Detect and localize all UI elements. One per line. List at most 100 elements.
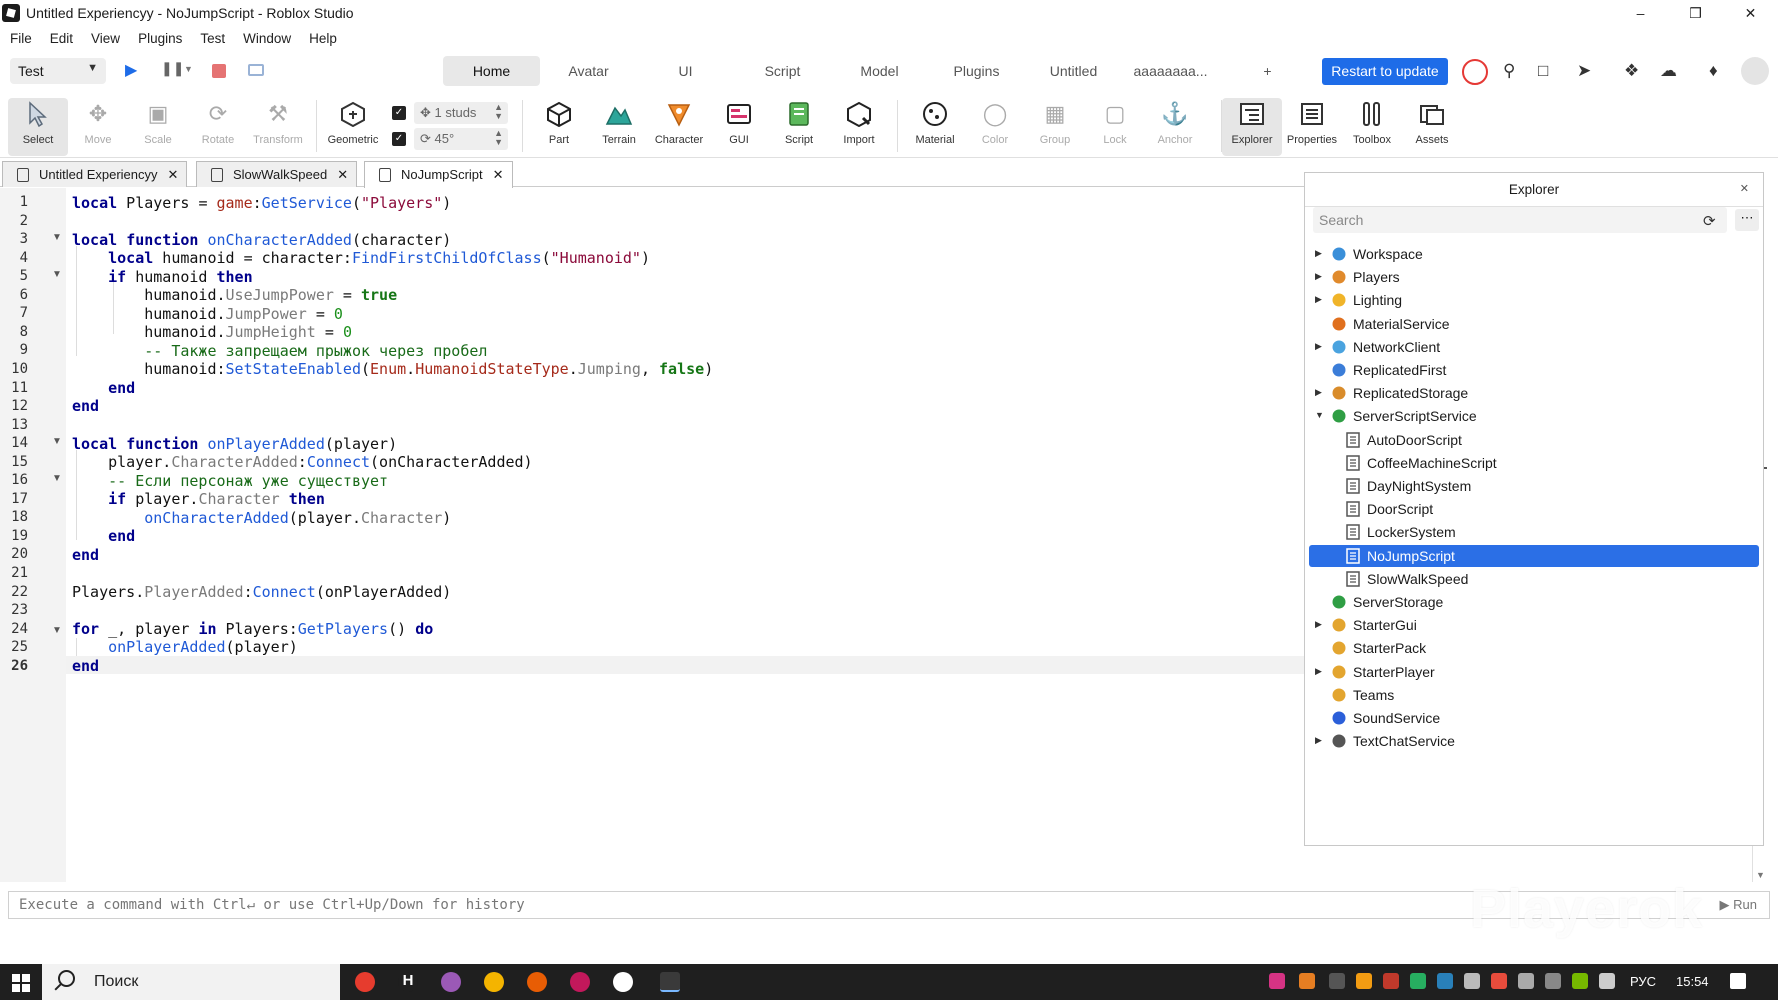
explorer-item-slowwalkspeed[interactable]: SlowWalkSpeed bbox=[1309, 568, 1759, 590]
close-tab-icon[interactable]: ✕ bbox=[168, 167, 179, 182]
explorer-item-textchatservice[interactable]: ▶ TextChatService bbox=[1309, 730, 1759, 752]
add-friend-icon[interactable]: ⚲ bbox=[1503, 61, 1515, 81]
tray-app-icon[interactable] bbox=[1410, 973, 1426, 989]
cloud-icon[interactable]: ☁ bbox=[1660, 61, 1677, 81]
close-icon[interactable]: ✕ bbox=[1740, 182, 1749, 195]
chat-icon[interactable]: □ bbox=[1538, 61, 1548, 81]
tab-plugins[interactable]: Plugins bbox=[928, 56, 1025, 86]
anchor-tool[interactable]: ⚓ Anchor bbox=[1145, 98, 1205, 156]
system-clock[interactable]: 15:54 bbox=[1676, 974, 1709, 989]
share-icon[interactable]: ➤ bbox=[1577, 61, 1591, 81]
toolbox-toggle[interactable]: Toolbox bbox=[1342, 98, 1402, 156]
fold-arrow-icon[interactable]: ▼ bbox=[52, 625, 62, 636]
tab-untitled[interactable]: Untitled bbox=[1025, 56, 1122, 86]
device-emulator-icon[interactable] bbox=[248, 64, 264, 76]
tray-app-icon[interactable] bbox=[1356, 973, 1372, 989]
yandex-icon[interactable] bbox=[613, 972, 633, 992]
scroll-down-icon[interactable]: ▼ bbox=[1756, 870, 1765, 880]
close-window-button[interactable]: ✕ bbox=[1723, 0, 1778, 26]
move-tool[interactable]: ✥ Move bbox=[68, 98, 128, 156]
part-tool[interactable]: Part bbox=[529, 98, 589, 156]
expand-arrow-icon[interactable]: ▶ bbox=[1315, 294, 1322, 305]
assets-toggle[interactable]: Assets bbox=[1402, 98, 1462, 156]
explorer-item-autodoorscript[interactable]: AutoDoorScript bbox=[1309, 429, 1759, 451]
avatar[interactable] bbox=[1741, 57, 1769, 85]
explorer-item-lighting[interactable]: ▶ Lighting bbox=[1309, 289, 1759, 311]
tray-app-icon[interactable] bbox=[1437, 973, 1453, 989]
explorer-item-networkclient[interactable]: ▶ NetworkClient bbox=[1309, 336, 1759, 358]
lock-tool[interactable]: ▢ Lock bbox=[1085, 98, 1145, 156]
collapse-arrow-icon[interactable]: ▼ bbox=[1315, 410, 1324, 420]
notifications-icon[interactable] bbox=[1730, 973, 1746, 989]
minimize-button[interactable]: – bbox=[1613, 0, 1668, 26]
explorer-item-startergui[interactable]: ▶ StarterGui bbox=[1309, 614, 1759, 636]
fold-arrow-icon[interactable]: ▼ bbox=[52, 436, 62, 447]
explorer-item-replicatedfirst[interactable]: ReplicatedFirst bbox=[1309, 359, 1759, 381]
expand-arrow-icon[interactable]: ▶ bbox=[1315, 735, 1322, 746]
explorer-item-players[interactable]: ▶ Players bbox=[1309, 266, 1759, 288]
expand-arrow-icon[interactable]: ▶ bbox=[1315, 666, 1322, 677]
group-tool[interactable]: ▦ Group bbox=[1025, 98, 1085, 156]
explorer-item-daynightsystem[interactable]: DayNightSystem bbox=[1309, 475, 1759, 497]
tray-app-icon[interactable] bbox=[1464, 973, 1480, 989]
tab-model[interactable]: Model bbox=[831, 56, 928, 86]
run-button[interactable]: ▶ Run bbox=[1720, 897, 1757, 913]
import-tool[interactable]: Import bbox=[829, 98, 889, 156]
taskbar-search[interactable]: Поиск bbox=[42, 964, 340, 1000]
fold-arrow-icon[interactable]: ▼ bbox=[52, 473, 62, 484]
move-snap-checkbox[interactable]: ✓ bbox=[392, 106, 406, 120]
tab-ui[interactable]: UI bbox=[637, 56, 734, 86]
expand-arrow-icon[interactable]: ▶ bbox=[1315, 271, 1322, 282]
play-icon[interactable]: ▶ bbox=[125, 60, 137, 80]
record-icon[interactable] bbox=[1462, 59, 1488, 85]
keyboard-language[interactable]: РУС bbox=[1630, 974, 1656, 989]
explorer-toggle[interactable]: Explorer bbox=[1222, 98, 1282, 156]
tab-script[interactable]: Script bbox=[734, 56, 831, 86]
tray-app-icon[interactable] bbox=[1269, 973, 1285, 989]
terrain-tool[interactable]: Terrain bbox=[589, 98, 649, 156]
properties-toggle[interactable]: Properties bbox=[1282, 98, 1342, 156]
restart-to-update-button[interactable]: Restart to update bbox=[1322, 58, 1448, 85]
doc-tab-untitled-experiencyy[interactable]: Untitled Experiencyy ✕ bbox=[2, 161, 188, 187]
app-h-icon[interactable]: H bbox=[398, 972, 418, 992]
explorer-item-starterplayer[interactable]: ▶ StarterPlayer bbox=[1309, 661, 1759, 683]
tray-app-icon[interactable] bbox=[1329, 973, 1345, 989]
explorer-item-doorscript[interactable]: DoorScript bbox=[1309, 498, 1759, 520]
menu-test[interactable]: Test bbox=[200, 31, 225, 46]
move-snap-input[interactable]: ✥ 1 studs ▲ ▼ bbox=[414, 102, 508, 124]
explorer-item-materialservice[interactable]: MaterialService bbox=[1309, 313, 1759, 335]
history-icon[interactable]: ⟳ bbox=[1703, 212, 1716, 230]
expand-arrow-icon[interactable]: ▶ bbox=[1315, 387, 1322, 398]
collaborate-icon[interactable]: ❖ bbox=[1624, 61, 1639, 81]
doc-tab-nojumpscript[interactable]: NoJumpScript ✕ bbox=[364, 161, 513, 188]
expand-arrow-icon[interactable]: ▶ bbox=[1315, 619, 1322, 630]
expand-arrow-icon[interactable]: ▶ bbox=[1315, 248, 1322, 259]
network-icon[interactable] bbox=[1545, 973, 1561, 989]
tab-aaaaaaaa[interactable]: aaaaaaaa... bbox=[1122, 56, 1219, 86]
tray-app-icon[interactable] bbox=[1299, 973, 1315, 989]
tab-avatar[interactable]: Avatar bbox=[540, 56, 637, 86]
explorer-item-serverstorage[interactable]: ServerStorage bbox=[1309, 591, 1759, 613]
explorer-item-starterpack[interactable]: StarterPack bbox=[1309, 637, 1759, 659]
bell-icon[interactable]: ♦ bbox=[1709, 61, 1718, 81]
explorer-item-serverscriptservice[interactable]: ▼ ServerScriptService bbox=[1309, 405, 1759, 427]
more-options-icon[interactable]: ⋯ bbox=[1735, 209, 1759, 231]
rotate-snap-input[interactable]: ⟳ 45° ▲ ▼ bbox=[414, 128, 508, 150]
app-colorful-icon[interactable] bbox=[441, 972, 461, 992]
yandex-browser-icon[interactable] bbox=[355, 972, 375, 992]
menu-file[interactable]: File bbox=[10, 31, 32, 46]
add-tab-button[interactable]: + bbox=[1219, 56, 1316, 86]
menu-view[interactable]: View bbox=[91, 31, 120, 46]
explorer-item-soundservice[interactable]: SoundService bbox=[1309, 707, 1759, 729]
menu-edit[interactable]: Edit bbox=[50, 31, 73, 46]
explorer-item-workspace[interactable]: ▶ Workspace bbox=[1309, 243, 1759, 265]
rotate-snap-checkbox[interactable]: ✓ bbox=[392, 132, 406, 146]
gui-tool[interactable]: GUI bbox=[709, 98, 769, 156]
material-tool[interactable]: Material bbox=[905, 98, 965, 156]
microphone-icon[interactable] bbox=[1518, 973, 1534, 989]
command-input[interactable]: Execute a command with Ctrl↵ or use Ctrl… bbox=[19, 897, 525, 913]
volume-icon[interactable] bbox=[1599, 973, 1615, 989]
menu-window[interactable]: Window bbox=[243, 31, 291, 46]
maximize-button[interactable]: ❒ bbox=[1668, 0, 1723, 26]
close-tab-icon[interactable]: ✕ bbox=[493, 167, 504, 182]
